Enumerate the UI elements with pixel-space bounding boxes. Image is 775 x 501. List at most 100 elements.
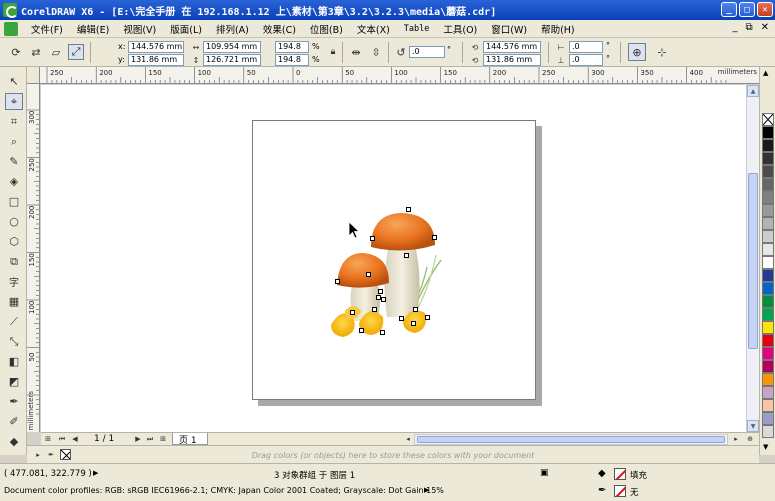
scroll-down-icon[interactable]: ▼ [747, 420, 759, 432]
rotate-icon[interactable]: ⟳ [8, 44, 24, 60]
freehand-tool-icon[interactable]: ✎ [5, 153, 23, 170]
ellipse-tool-icon[interactable]: ○ [5, 213, 23, 230]
node-handle[interactable] [370, 236, 375, 241]
crop-tool-icon[interactable]: ⌗ [5, 113, 23, 130]
ruler-origin[interactable] [27, 67, 40, 84]
scale-y-field[interactable]: 194.8 [275, 54, 309, 66]
rectangle-tool-icon[interactable]: □ [5, 193, 23, 210]
profiles-expand-icon[interactable]: ▶ [424, 486, 429, 494]
color-swatch[interactable] [762, 412, 774, 425]
close-button[interactable]: ✕ [757, 2, 773, 17]
menu-text[interactable]: 文本(X) [350, 22, 397, 36]
drawing-canvas[interactable] [41, 85, 746, 432]
navigator-icon[interactable]: ⊕ [745, 434, 755, 444]
vertical-scroll-thumb[interactable] [748, 173, 758, 349]
mirror-vertical-icon[interactable]: ⇳ [368, 44, 384, 60]
mushroom-artwork[interactable] [41, 85, 746, 432]
table-tool-icon[interactable]: ▦ [5, 293, 23, 310]
color-swatch[interactable] [762, 217, 774, 230]
color-swatch[interactable] [762, 347, 774, 360]
vertical-ruler[interactable]: 300 250 200 150 100 50 millimeters [27, 84, 40, 432]
polygon-tool-icon[interactable]: ⬡ [5, 233, 23, 250]
node-handle[interactable] [406, 207, 411, 212]
smart-fill-icon[interactable]: ◈ [5, 173, 23, 190]
no-color-swatch[interactable] [762, 113, 774, 126]
menu-tools[interactable]: 工具(O) [436, 22, 484, 36]
color-profiles[interactable]: Document color profiles: RGB: sRGB IEC61… [4, 486, 444, 495]
relative-center-icon[interactable]: ⊕ [628, 43, 646, 61]
color-swatch[interactable] [762, 230, 774, 243]
node-handle[interactable] [399, 316, 404, 321]
angle-vertical-field[interactable]: .0 [569, 54, 603, 66]
fill-tool-icon[interactable]: ◆ [5, 433, 23, 450]
doc-restore-button[interactable]: ⧉ [745, 22, 752, 33]
color-swatch[interactable] [762, 425, 774, 438]
previous-page-icon[interactable]: ◀ [70, 434, 80, 444]
scroll-left-icon[interactable]: ◂ [403, 434, 413, 444]
dimension-tool-icon[interactable]: ⟋ [5, 313, 23, 330]
document-icon[interactable] [4, 21, 18, 36]
page-tab-1[interactable]: 页 1 [172, 433, 208, 446]
scroll-up-icon[interactable]: ▲ [747, 85, 759, 97]
menu-view[interactable]: 视图(V) [116, 22, 163, 36]
color-swatch[interactable] [762, 269, 774, 282]
node-handle[interactable] [372, 307, 377, 312]
color-swatch[interactable] [762, 321, 774, 334]
color-swatch[interactable] [762, 126, 774, 139]
position-y-field[interactable]: 131.86 mm [483, 54, 541, 66]
color-swatch[interactable] [762, 360, 774, 373]
color-swatch[interactable] [762, 178, 774, 191]
menu-bitmaps[interactable]: 位图(B) [303, 22, 350, 36]
color-swatch[interactable] [762, 204, 774, 217]
lock-ratio-icon[interactable]: 🔒︎ [325, 44, 341, 60]
outline-swatch[interactable] [614, 485, 626, 497]
vertical-scrollbar[interactable]: ▲ ▼ [746, 85, 759, 432]
palette-scroll-up-icon[interactable]: ▲ [763, 69, 768, 77]
add-page-before-icon[interactable]: ⊞ [43, 434, 53, 444]
node-handle[interactable] [432, 235, 437, 240]
angle-horizontal-field[interactable]: .0 [569, 41, 603, 53]
menu-help[interactable]: 帮助(H) [534, 22, 582, 36]
horizontal-scrollbar[interactable] [414, 434, 728, 445]
blend-tool-icon[interactable]: ◧ [5, 353, 23, 370]
node-handle[interactable] [350, 310, 355, 315]
color-swatch[interactable] [762, 282, 774, 295]
connector-tool-icon[interactable]: ⤡ [5, 333, 23, 350]
menu-table[interactable]: Table [397, 24, 437, 34]
node-handle[interactable] [380, 330, 385, 335]
minimize-button[interactable]: _ [721, 2, 737, 17]
doc-minimize-button[interactable]: _ [732, 22, 737, 33]
fill-swatch[interactable] [614, 468, 626, 480]
node-handle[interactable] [413, 307, 418, 312]
menu-file[interactable]: 文件(F) [24, 22, 70, 36]
menu-edit[interactable]: 编辑(E) [70, 22, 116, 36]
width-field[interactable]: 109.954 mm [203, 41, 261, 53]
palette-scroll-down-icon[interactable]: ▼ [763, 443, 768, 451]
outline-tool-icon[interactable]: ✐ [5, 413, 23, 430]
color-swatch[interactable] [762, 308, 774, 321]
rotation-field[interactable]: .0 [409, 46, 445, 58]
height-field[interactable]: 126.721 mm [203, 54, 261, 66]
status-expand-icon[interactable]: ▶ [93, 469, 98, 477]
color-swatch[interactable] [762, 243, 774, 256]
color-swatch[interactable] [762, 334, 774, 347]
reflect-icon[interactable]: ⇄ [28, 44, 44, 60]
position-x-field[interactable]: 144.576 mm [483, 41, 541, 53]
mirror-horizontal-icon[interactable]: ⇹ [348, 44, 364, 60]
add-page-after-icon[interactable]: ⊞ [158, 434, 168, 444]
basic-shapes-icon[interactable]: ⧉ [5, 253, 23, 270]
color-swatch[interactable] [762, 191, 774, 204]
color-swatch[interactable] [762, 399, 774, 412]
free-scale-icon[interactable]: ⤢ [68, 44, 84, 60]
node-handle[interactable] [381, 297, 386, 302]
menu-layout[interactable]: 版面(L) [163, 22, 209, 36]
last-page-icon[interactable]: ⏭ [145, 434, 155, 444]
scroll-right-icon[interactable]: ▸ [731, 434, 741, 444]
color-swatch[interactable] [762, 139, 774, 152]
color-swatch[interactable] [762, 373, 774, 386]
color-swatch[interactable] [762, 386, 774, 399]
node-handle[interactable] [378, 289, 383, 294]
eyedropper-tool-icon[interactable]: ✒ [5, 393, 23, 410]
horizontal-scroll-thumb[interactable] [417, 436, 725, 443]
node-handle[interactable] [404, 253, 409, 258]
